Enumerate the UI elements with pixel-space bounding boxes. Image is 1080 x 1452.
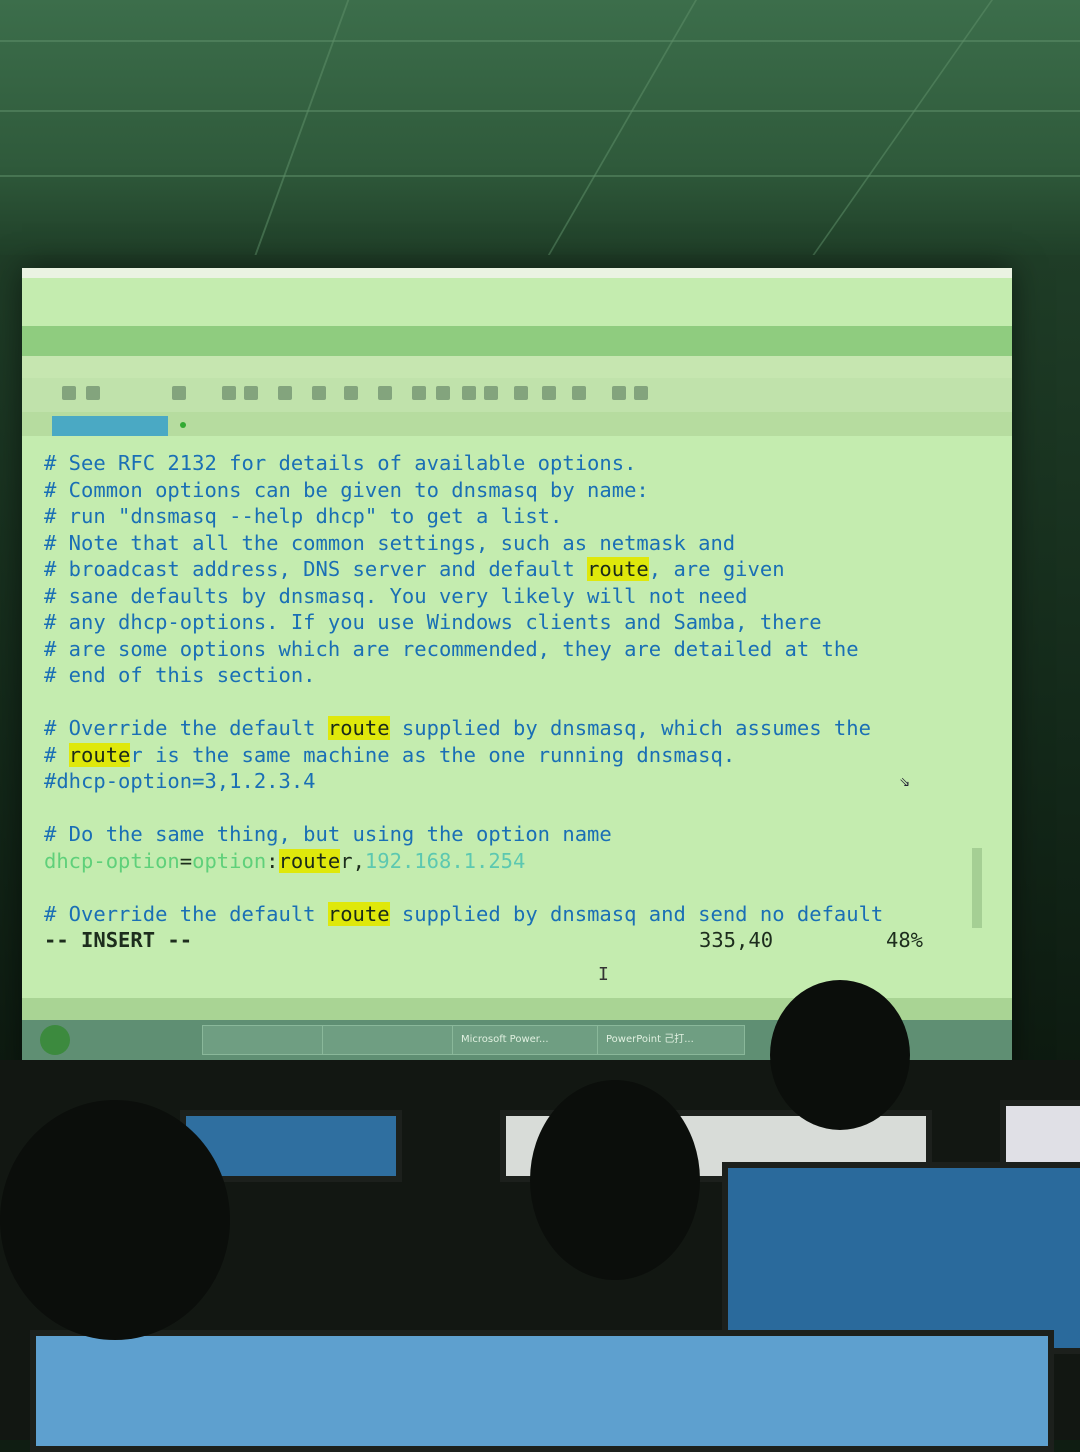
toolbar-icon[interactable] [634,386,648,400]
ceiling-tile-line [544,0,698,260]
line-text: , are given [648,557,785,581]
toolbar [22,378,1012,412]
option-comma: , [352,848,365,873]
taskbar-button-label: PowerPoint 己打... [606,1034,694,1045]
status-dot-icon [180,422,186,428]
terminal-line: # end of this section. [44,663,316,687]
ceiling-tile-line [0,175,1080,177]
toolbar-icon[interactable] [312,386,326,400]
terminal-line: # Common options can be given to dnsmasq… [44,477,649,502]
toolbar-icon[interactable] [378,386,392,400]
tab-session-2[interactable] [172,416,308,436]
ceiling-tile-line [0,40,1080,42]
terminal-line: # See RFC 2132 for details of available … [44,451,637,475]
toolbar-icon[interactable] [514,386,528,400]
line-text: # broadcast address, DNS server and defa… [44,557,588,581]
projector-screen: # See RFC 2132 for details of available … [22,268,1012,1082]
terminal-line: # Note that all the common settings, suc… [44,530,736,555]
terminal-line: # run "dnsmasq --help dhcp" to get a lis… [44,504,563,528]
window-titlebar [22,326,1012,356]
terminal-line: # Do the same thing, but using the optio… [44,822,612,846]
toolbar-icon[interactable] [172,386,186,400]
student-monitor [30,1330,1054,1452]
tab-active-session[interactable] [52,416,168,436]
ceiling-tile-line [0,110,1080,112]
dhcp-option-line: dhcp-option=option:router,192.168.1.254 [44,848,525,874]
ceiling-tile-line [808,0,994,260]
terminal-line: # Override the default route supplied by… [44,715,871,741]
start-button-icon[interactable] [40,1025,70,1055]
toolbar-icon[interactable] [62,386,76,400]
terminal-line: # router is the same machine as the one … [44,742,735,768]
taskbar-button-powerpoint-2[interactable]: PowerPoint 己打... [597,1025,745,1055]
session-tabs [22,412,1012,436]
line-text: # Override the default [44,716,328,740]
toolbar-icon[interactable] [612,386,626,400]
taskbar-button-label: Microsoft Power... [461,1034,549,1045]
option-value: option [192,848,267,873]
terminal-line: # Override the default route supplied by… [44,901,883,927]
toolbar-icon[interactable] [412,386,426,400]
toolbar-icon[interactable] [222,386,236,400]
option-ip: 192.168.1.254 [364,848,526,873]
classroom-foreground [0,980,1080,1452]
toolbar-icon[interactable] [86,386,100,400]
option-colon: : [266,848,279,873]
terminal-line: # are some options which are recommended… [44,636,859,661]
toolbar-icon[interactable] [436,386,450,400]
terminal-line: # any dhcp-options. If you use Windows c… [44,610,822,634]
toolbar-icon[interactable] [572,386,586,400]
option-key: dhcp-option [44,848,180,873]
line-text: # Override the default [44,901,328,926]
terminal-line: # broadcast address, DNS server and defa… [44,556,785,582]
toolbar-icon[interactable] [278,386,292,400]
ceiling-tile-line [252,0,350,260]
taskbar-button[interactable] [202,1025,330,1055]
student-head [770,980,910,1130]
line-text: r is the same machine as the one running… [130,742,736,767]
vim-status-line: -- INSERT -- 335,40 48% [44,927,954,953]
line-text: # [44,742,69,767]
terminal-line: # sane defaults by dnsmasq. You very lik… [44,583,748,608]
option-eq: = [179,848,193,873]
student-monitor [722,1162,1080,1354]
vim-mode-indicator: -- INSERT -- [44,928,193,952]
scroll-percent: 48% [886,928,924,952]
taskbar-button-powerpoint[interactable]: Microsoft Power... [452,1025,600,1055]
text-cursor-icon: I [598,964,609,985]
toolbar-icon[interactable] [462,386,476,400]
line-text: supplied by dnsmasq and send no default [389,901,884,926]
option-text: r [340,848,353,873]
terminal-line: #dhcp-option=3,1.2.3.4 [44,769,316,793]
scrollbar[interactable] [972,848,982,928]
toolbar-icon[interactable] [344,386,358,400]
student-head [0,1100,230,1340]
search-highlight: route [68,742,131,767]
toolbar-icon[interactable] [542,386,556,400]
search-highlight: route [327,716,390,740]
mouse-pointer-icon: ⇘ [899,770,910,791]
terminal-area[interactable]: # See RFC 2132 for details of available … [44,438,954,985]
search-highlight: route [278,848,341,873]
taskbar-button[interactable] [322,1025,460,1055]
toolbar-icon[interactable] [244,386,258,400]
toolbar-icon[interactable] [484,386,498,400]
line-text: supplied by dnsmasq, which assumes the [389,716,871,740]
cursor-position: 335,40 [699,928,774,952]
search-highlight: route [327,901,390,926]
student-head [530,1080,700,1280]
search-highlight: route [587,557,649,581]
